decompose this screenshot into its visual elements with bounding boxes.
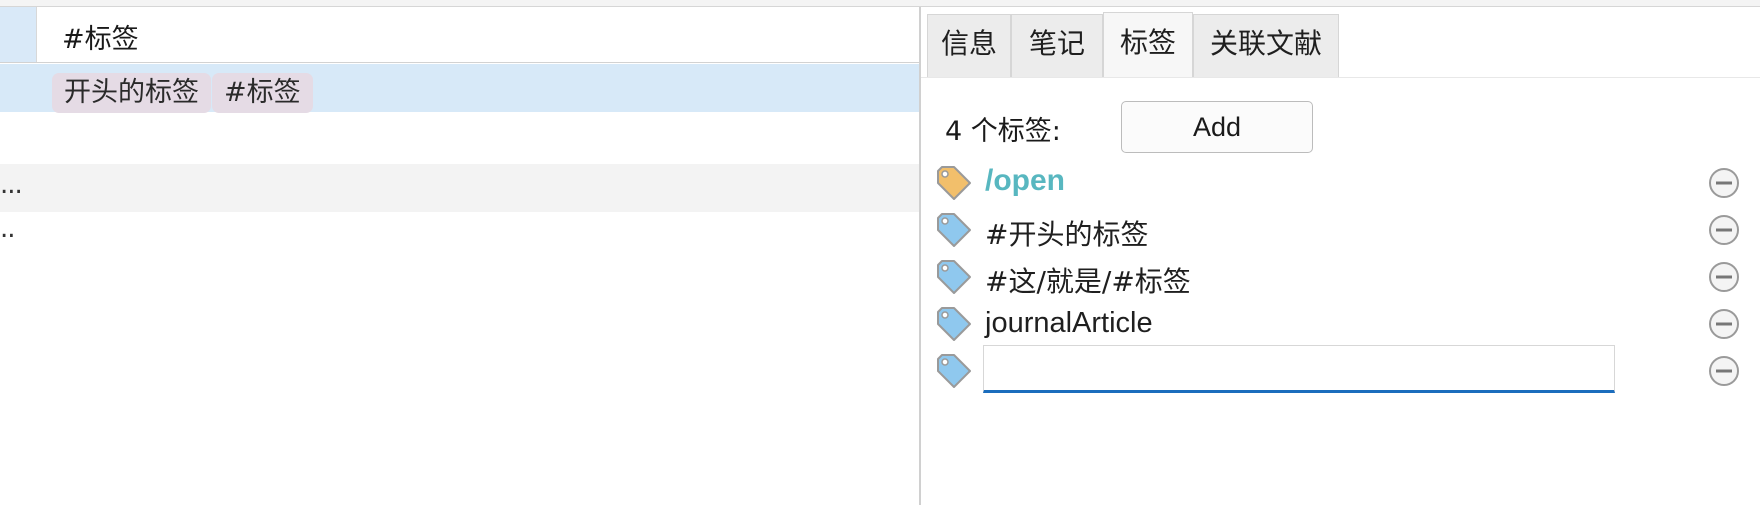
- tag-name[interactable]: #这/就是/#标签: [985, 260, 1191, 300]
- tag-icon: [937, 354, 971, 388]
- tag-row: #这/就是/#标签: [921, 254, 1760, 302]
- tag-chip: #标签: [212, 73, 313, 113]
- tag-row: journalArticle: [921, 301, 1760, 349]
- tab-tags[interactable]: 标签: [1103, 12, 1193, 78]
- tag-name[interactable]: #开头的标签: [985, 213, 1148, 253]
- tag-row: /open: [921, 160, 1760, 208]
- tag-icon: [937, 307, 971, 341]
- list-row[interactable]: ...: [0, 164, 920, 212]
- add-tag-button[interactable]: Add: [1121, 101, 1313, 153]
- remove-tag-icon[interactable]: [1707, 354, 1741, 388]
- tag-row: #开头的标签: [921, 207, 1760, 255]
- new-tag-row: [921, 345, 1760, 396]
- row-selection-strip: [0, 7, 37, 62]
- tab-notes[interactable]: 笔记: [1011, 14, 1103, 78]
- tag-chip: 开头的标签: [52, 73, 211, 113]
- remove-tag-icon[interactable]: [1707, 260, 1741, 294]
- remove-tag-icon[interactable]: [1707, 166, 1741, 200]
- tab-baseline: [921, 77, 1760, 78]
- tab-info[interactable]: 信息: [927, 14, 1011, 78]
- tag-name[interactable]: /open: [985, 164, 1065, 198]
- tag-name[interactable]: journalArticle: [985, 307, 1153, 340]
- list-row[interactable]: ..: [0, 212, 920, 260]
- truncated-text: ...: [0, 170, 23, 200]
- items-list-pane: #标签 开头的标签 #标签 ... ..: [0, 7, 920, 505]
- tag-icon: [937, 260, 971, 294]
- truncated-text: ..: [0, 214, 16, 244]
- row-title: #标签: [62, 24, 139, 55]
- tag-icon: [937, 166, 971, 200]
- new-tag-input[interactable]: [983, 345, 1615, 393]
- list-row-header[interactable]: #标签: [0, 7, 920, 63]
- tag-count-label: 4 个标签:: [945, 116, 1061, 147]
- list-row-selected[interactable]: 开头的标签 #标签: [0, 64, 920, 113]
- tab-related[interactable]: 关联文献: [1193, 14, 1339, 78]
- remove-tag-icon[interactable]: [1707, 307, 1741, 341]
- item-pane: 信息 笔记 标签 关联文献 4 个标签: Add /open #开头的标签 #这…: [921, 7, 1760, 505]
- window-top-border: [0, 0, 1760, 7]
- tag-icon: [937, 213, 971, 247]
- remove-tag-icon[interactable]: [1707, 213, 1741, 247]
